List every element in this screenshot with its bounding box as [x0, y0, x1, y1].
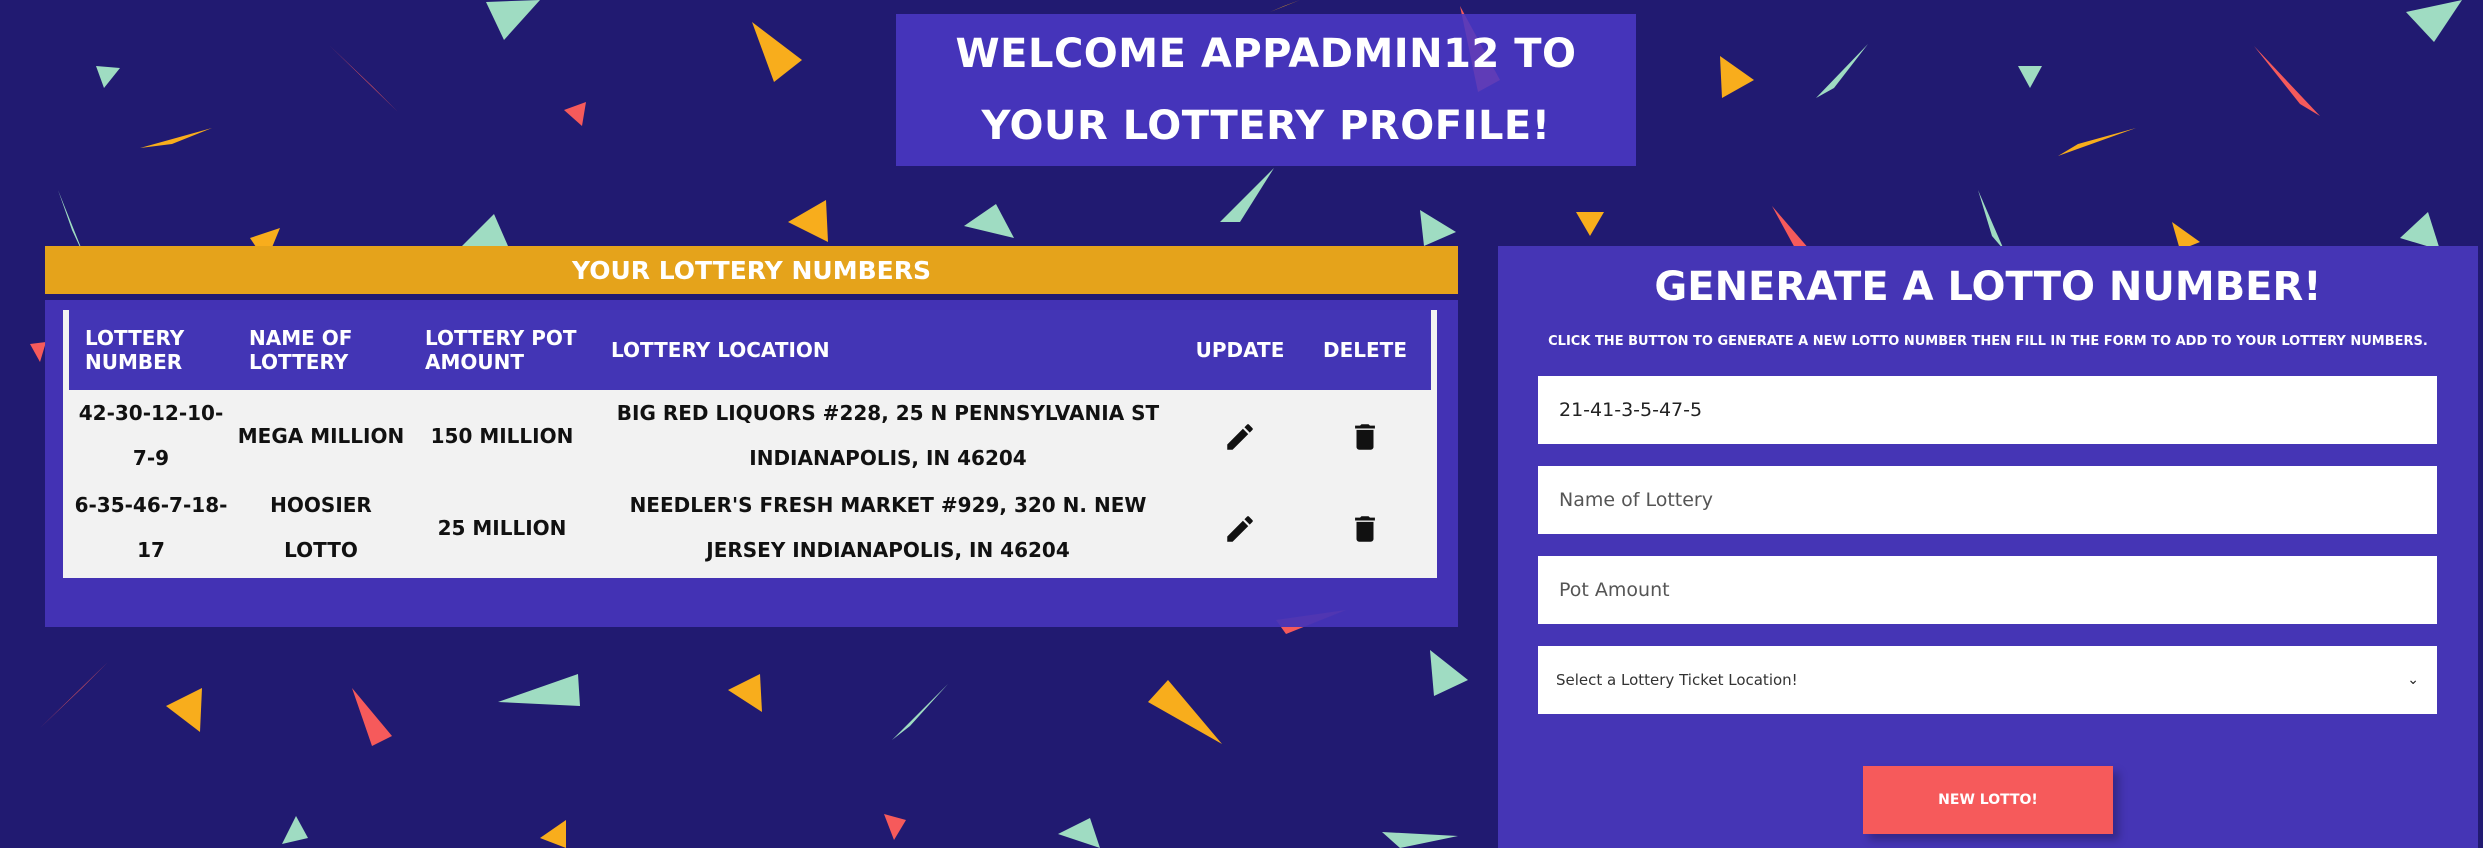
location-select[interactable]: Select a Lottery Ticket Location! ⌄ — [1538, 646, 2437, 714]
col-header-name: NAME OF LOTTERY — [249, 326, 353, 374]
lottery-numbers-title: YOUR LOTTERY NUMBERS — [45, 246, 1458, 294]
cell-pot-amount: 150 MILLION — [430, 423, 574, 448]
new-lotto-button[interactable]: NEW LOTTO! — [1863, 766, 2113, 834]
pencil-icon[interactable] — [1223, 420, 1257, 454]
cell-lottery-name: HOOSIER LOTTO — [270, 493, 372, 562]
page-title: WELCOME APPADMIN12 TO YOUR LOTTERY PROFI… — [955, 31, 1577, 149]
pot-amount-input[interactable] — [1538, 556, 2437, 624]
cell-pot-amount: 25 MILLION — [437, 515, 567, 540]
chevron-down-icon: ⌄ — [2407, 672, 2419, 688]
lottery-numbers-panel: YOUR LOTTERY NUMBERS LOTTERY NUMBER NAME… — [45, 246, 1458, 627]
lottery-name-input[interactable] — [1538, 466, 2437, 534]
update-button[interactable] — [1181, 390, 1299, 482]
generate-lotto-panel: GENERATE A LOTTO NUMBER! CLICK THE BUTTO… — [1498, 246, 2478, 848]
col-header-pot: LOTTERY POT AMOUNT — [425, 326, 577, 374]
lottery-numbers-body: LOTTERY NUMBER NAME OF LOTTERY LOTTERY P… — [45, 300, 1458, 627]
generate-title: GENERATE A LOTTO NUMBER! — [1654, 264, 2322, 310]
cell-lottery-number: 42-30-12-10-7-9 — [78, 401, 224, 470]
trash-icon[interactable] — [1348, 512, 1382, 546]
update-button[interactable] — [1181, 482, 1299, 574]
col-header-location: LOTTERY LOCATION — [611, 338, 830, 362]
cell-location: BIG RED LIQUORS #228, 25 N PENNSYLVANIA … — [616, 401, 1160, 470]
col-header-delete: DELETE — [1323, 338, 1407, 362]
col-header-lottery-number: LOTTERY NUMBER — [85, 326, 185, 374]
cell-lottery-number: 6-35-46-7-18-17 — [74, 493, 228, 562]
table-header-row: LOTTERY NUMBER NAME OF LOTTERY LOTTERY P… — [69, 310, 1431, 390]
pencil-icon[interactable] — [1223, 512, 1257, 546]
generate-instructions: CLICK THE BUTTON TO GENERATE A NEW LOTTO… — [1548, 334, 2428, 349]
lottery-table-container: LOTTERY NUMBER NAME OF LOTTERY LOTTERY P… — [63, 310, 1437, 578]
delete-button[interactable] — [1299, 390, 1431, 482]
col-header-update: UPDATE — [1195, 338, 1285, 362]
delete-button[interactable] — [1299, 482, 1431, 574]
cell-location: NEEDLER'S FRESH MARKET #929, 320 N. NEW … — [629, 493, 1147, 562]
trash-icon[interactable] — [1348, 420, 1382, 454]
welcome-banner: WELCOME APPADMIN12 TO YOUR LOTTERY PROFI… — [896, 14, 1636, 166]
table-row: 6-35-46-7-18-17 HOOSIER LOTTO 25 MILLION… — [69, 482, 1431, 574]
lottery-table: LOTTERY NUMBER NAME OF LOTTERY LOTTERY P… — [69, 310, 1431, 574]
table-row: 42-30-12-10-7-9 MEGA MILLION 150 MILLION… — [69, 390, 1431, 482]
location-select-value: Select a Lottery Ticket Location! — [1556, 671, 1798, 689]
lotto-number-input[interactable] — [1538, 376, 2437, 444]
cell-lottery-name: MEGA MILLION — [237, 423, 405, 448]
